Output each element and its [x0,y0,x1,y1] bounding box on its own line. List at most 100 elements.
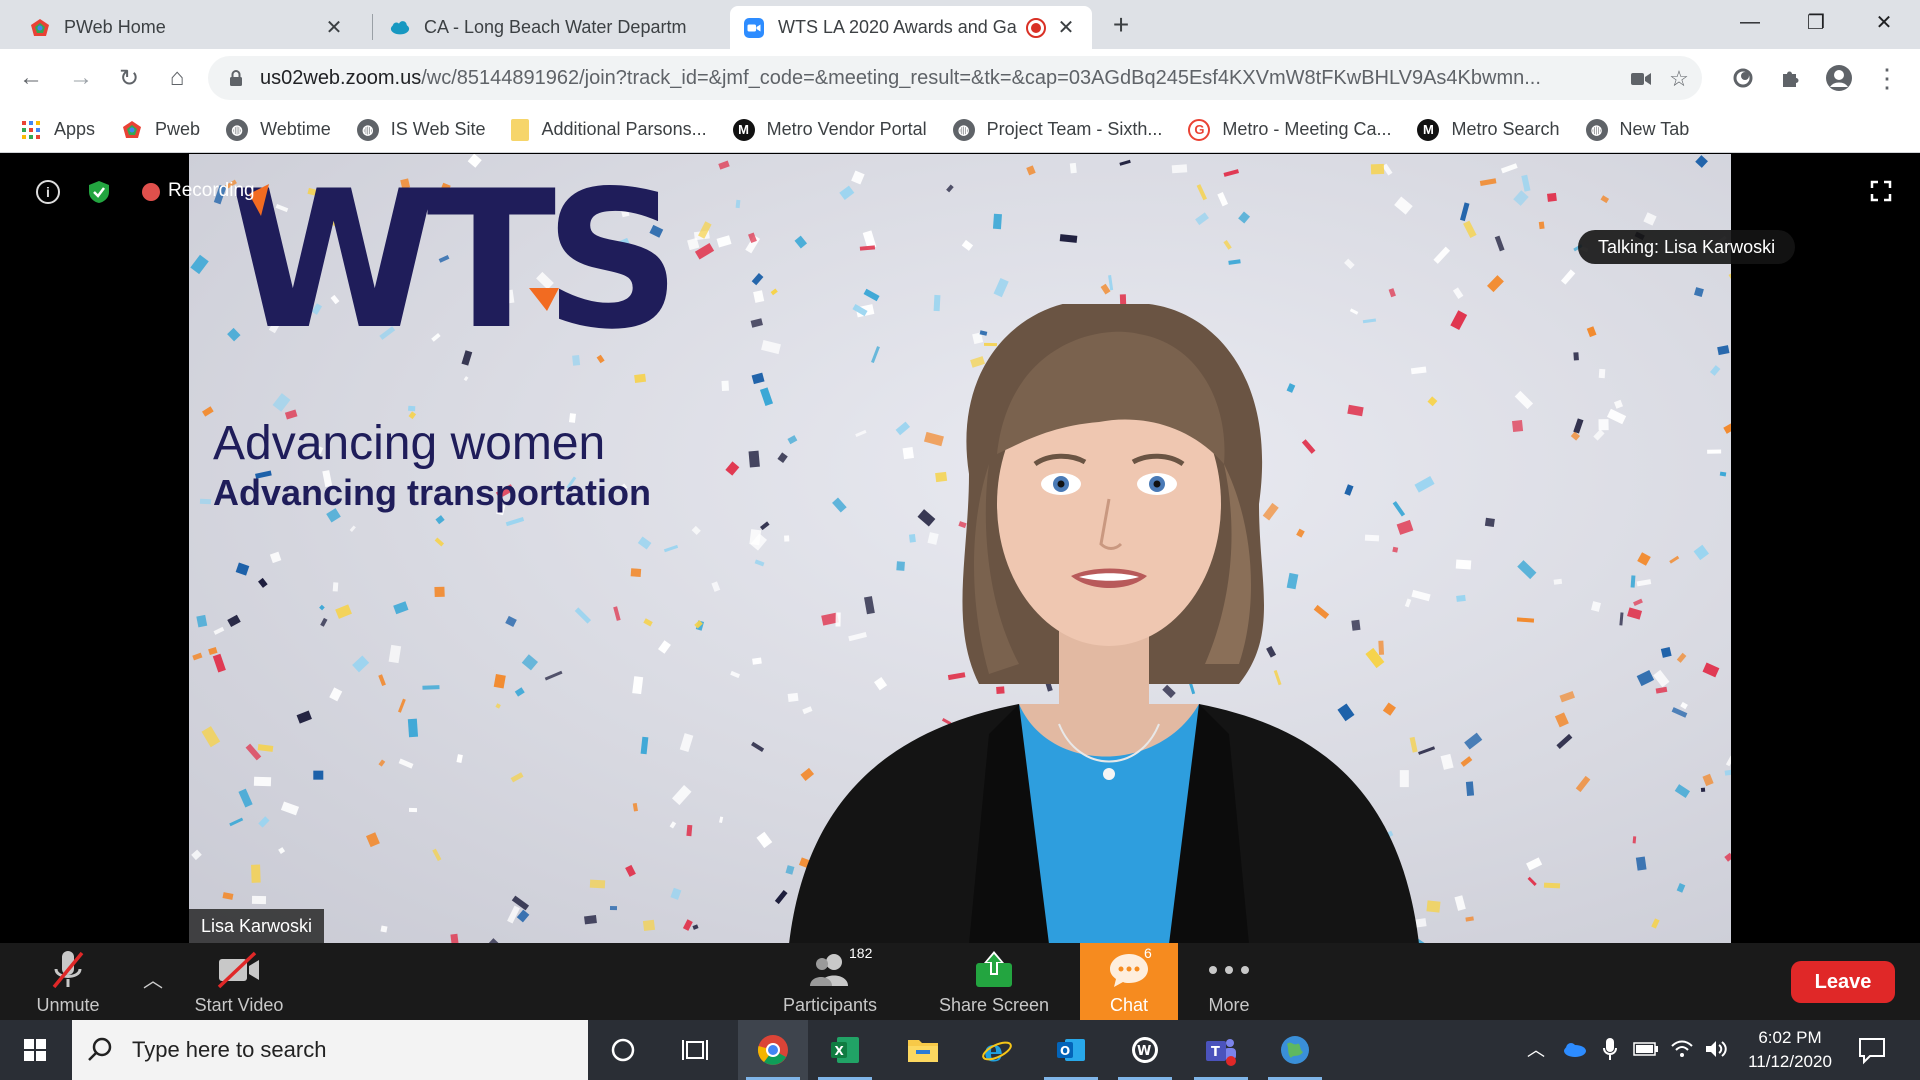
new-tab-button[interactable]: + [1106,9,1136,40]
teams-taskbar-icon[interactable]: T [1186,1020,1256,1080]
tab-close-icon[interactable]: ✕ [322,16,346,40]
restore-icon[interactable]: ❐ [1788,0,1844,44]
unmute-button[interactable]: Unmute [28,943,108,1020]
bookmark-project-team[interactable]: ◍ Project Team - Sixth... [952,118,1162,141]
chat-button[interactable]: 6 Chat [1080,943,1178,1020]
confetti-piece [1538,221,1545,230]
more-button[interactable]: More [1196,943,1262,1020]
chrome-menu-icon[interactable]: ⋮ [1870,61,1904,95]
address-bar[interactable]: us02web.zoom.us/wc/85144891962/join?trac… [208,56,1702,100]
bookmark-apps[interactable]: Apps [20,119,95,141]
confetti-piece [1556,734,1573,750]
confetti-piece [657,640,671,654]
reload-icon[interactable]: ↻ [112,61,146,95]
back-arrow-icon[interactable]: ← [14,61,48,95]
microphone-tray-icon[interactable] [1596,1034,1624,1064]
confetti-piece [596,355,605,364]
search-icon [88,1037,112,1061]
share-screen-button[interactable]: Share Screen [932,943,1056,1020]
bookmark-metro-meeting[interactable]: G Metro - Meeting Ca... [1188,118,1391,141]
participants-button[interactable]: 182 Participants [776,943,884,1020]
outlook-taskbar-icon[interactable]: O [1036,1020,1106,1080]
forward-arrow-icon[interactable]: → [64,61,98,95]
confetti-piece [212,653,226,672]
bookmark-metro-search[interactable]: M Metro Search [1417,118,1560,141]
bookmark-new-tab[interactable]: ◍ New Tab [1585,118,1689,141]
confetti-piece [1555,712,1570,728]
workday-taskbar-icon[interactable]: W [1110,1020,1180,1080]
leave-meeting-button[interactable]: Leave [1791,961,1895,1003]
chrome-taskbar-icon[interactable] [738,1020,808,1080]
profile-avatar-icon[interactable] [1822,61,1856,95]
minimize-icon[interactable]: — [1722,0,1778,44]
taskbar-search-box[interactable]: Type here to search [72,1020,588,1080]
confetti-piece [691,525,702,535]
confetti-piece [1561,269,1576,285]
taskbar-clock[interactable]: 6:02 PM 11/12/2020 [1740,1026,1840,1074]
onedrive-cloud-icon[interactable] [1560,1034,1588,1064]
confetti-piece [1717,345,1730,356]
tagline-advancing-women: Advancing women [213,417,606,470]
globe-app-taskbar-icon[interactable] [1260,1020,1330,1080]
confetti-piece [1485,518,1496,528]
bookmark-pweb[interactable]: Pweb [121,119,200,141]
show-hidden-icons-chevron-icon[interactable]: ︿ [1522,1034,1550,1064]
meeting-info-icon[interactable]: i [36,180,60,204]
svg-text:W: W [1137,1044,1151,1059]
confetti-piece [457,754,464,763]
fullscreen-icon[interactable] [1870,180,1892,202]
excel-taskbar-icon[interactable]: X [810,1020,880,1080]
confetti-piece [1679,702,1688,710]
confetti-piece [1119,159,1131,166]
bookmark-webtime[interactable]: ◍ Webtime [226,118,331,141]
confetti-piece [1463,220,1477,239]
speaker-figure [789,304,1419,943]
bookmark-additional-parsons[interactable]: Additional Parsons... [511,118,707,141]
confetti-piece [545,670,563,681]
extensions-puzzle-icon[interactable] [1774,61,1808,95]
internet-explorer-taskbar-icon[interactable]: e [962,1020,1032,1080]
audio-options-chevron-up-icon[interactable]: ︿ [140,965,166,992]
confetti-piece [1676,652,1686,663]
confetti-piece [634,373,647,383]
bookmark-metro-vendor-portal[interactable]: M Metro Vendor Portal [732,118,927,141]
confetti-piece [227,615,241,628]
task-view-icon[interactable] [660,1020,730,1080]
confetti-piece [201,406,214,417]
confetti-piece [1723,420,1731,434]
confetti-piece [679,733,694,753]
confetti-piece [1660,647,1672,658]
lock-icon [230,70,242,86]
windows-start-icon[interactable] [12,1032,58,1068]
battery-icon[interactable] [1632,1034,1660,1064]
cortana-icon[interactable] [588,1020,658,1080]
more-dots-icon [1204,947,1254,993]
confetti-piece [637,536,652,550]
confetti-piece [1452,287,1464,300]
confetti-piece [201,726,220,748]
confetti-piece [1194,212,1209,226]
wifi-icon[interactable] [1668,1034,1696,1064]
confetti-piece [1196,183,1207,200]
tab-pweb-home[interactable]: PWeb Home ✕ [16,6,360,49]
camera-in-use-icon[interactable] [1628,66,1654,92]
file-explorer-taskbar-icon[interactable] [888,1020,958,1080]
close-window-icon[interactable]: ✕ [1856,0,1912,44]
encryption-shield-icon[interactable] [88,180,110,204]
action-center-notification-icon[interactable] [1856,1034,1888,1066]
home-icon[interactable]: ⌂ [160,61,194,95]
confetti-piece [671,887,682,901]
tab-wts-awards[interactable]: WTS LA 2020 Awards and Ga ✕ [730,6,1092,49]
clock-time: 6:02 PM [1758,1028,1822,1047]
confetti-piece [751,272,764,286]
tab-long-beach-water[interactable]: CA - Long Beach Water Departm [376,6,720,49]
tab-close-icon[interactable]: ✕ [1054,16,1078,40]
bookmark-is-web-site[interactable]: ◍ IS Web Site [356,118,485,141]
salesforce-cloud-icon [390,18,410,38]
extension-circle-icon[interactable] [1726,61,1760,95]
bookmark-star-icon[interactable]: ☆ [1666,66,1692,92]
svg-text:T: T [1211,1045,1220,1060]
start-video-button[interactable]: Start Video [186,943,292,1020]
confetti-piece [1228,258,1241,265]
volume-icon[interactable] [1702,1034,1730,1064]
